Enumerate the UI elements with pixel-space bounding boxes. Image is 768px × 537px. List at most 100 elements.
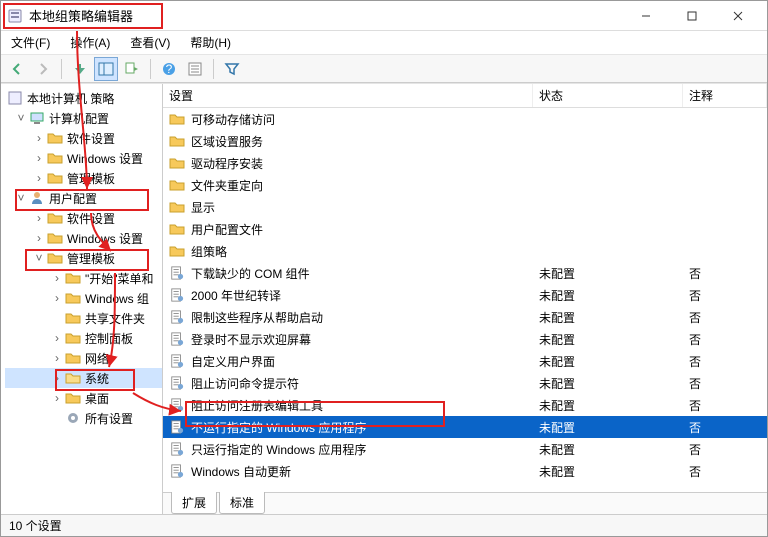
expand-icon[interactable]: › bbox=[33, 172, 45, 184]
folder-icon bbox=[169, 243, 185, 259]
column-label: 注释 bbox=[689, 87, 713, 104]
menu-file[interactable]: 文件(F) bbox=[5, 32, 56, 53]
list-item-name: 显示 bbox=[191, 199, 215, 216]
cell-name: 阻止访问命令提示符 bbox=[163, 375, 533, 392]
column-header-name[interactable]: 设置 bbox=[163, 84, 533, 107]
list-item-note: 否 bbox=[683, 397, 767, 414]
list-row[interactable]: 自定义用户界面未配置否 bbox=[163, 350, 767, 372]
list-row[interactable]: 2000 年世纪转译未配置否 bbox=[163, 284, 767, 306]
list-body[interactable]: 可移动存储访问区域设置服务驱动程序安装文件夹重定向显示用户配置文件组策略下载缺少… bbox=[163, 108, 767, 492]
list-item-name: 下载缺少的 COM 组件 bbox=[191, 265, 310, 282]
list-item-name: 可移动存储访问 bbox=[191, 111, 275, 128]
folder-icon bbox=[169, 221, 185, 237]
expand-icon[interactable]: › bbox=[51, 272, 63, 284]
setting-icon bbox=[169, 265, 185, 281]
status-bar: 10 个设置 bbox=[1, 514, 767, 536]
tree-label: 桌面 bbox=[85, 390, 109, 407]
list-item-note: 否 bbox=[683, 331, 767, 348]
list-item-state: 未配置 bbox=[533, 309, 683, 326]
list-item-note: 否 bbox=[683, 441, 767, 458]
annotation-arrow-3 bbox=[105, 271, 165, 371]
collapse-icon[interactable]: ˅ bbox=[15, 112, 27, 124]
setting-icon bbox=[169, 463, 185, 479]
list-row[interactable]: 文件夹重定向 bbox=[163, 174, 767, 196]
cell-name: 可移动存储访问 bbox=[163, 111, 533, 128]
list-row[interactable]: 可移动存储访问 bbox=[163, 108, 767, 130]
list-item-name: Windows 自动更新 bbox=[191, 463, 291, 480]
tab-extended[interactable]: 扩展 bbox=[171, 492, 217, 514]
expand-icon[interactable]: › bbox=[51, 352, 63, 364]
status-text: 10 个设置 bbox=[9, 517, 62, 534]
expand-placeholder bbox=[51, 312, 63, 324]
expand-icon[interactable]: › bbox=[51, 332, 63, 344]
column-label: 状态 bbox=[539, 87, 563, 104]
maximize-button[interactable] bbox=[669, 2, 715, 30]
window-controls bbox=[623, 2, 761, 30]
svg-text:?: ? bbox=[166, 62, 173, 76]
list-row[interactable]: 用户配置文件 bbox=[163, 218, 767, 240]
column-header-note[interactable]: 注释 bbox=[683, 84, 767, 107]
setting-icon bbox=[169, 331, 185, 347]
cell-name: 组策略 bbox=[163, 243, 533, 260]
cell-name: Windows 自动更新 bbox=[163, 463, 533, 480]
close-button[interactable] bbox=[715, 2, 761, 30]
folder-icon bbox=[65, 350, 81, 366]
list-row[interactable]: 区域设置服务 bbox=[163, 130, 767, 152]
computer-icon bbox=[29, 110, 45, 126]
list-row[interactable]: 限制这些程序从帮助启动未配置否 bbox=[163, 306, 767, 328]
expand-icon[interactable]: › bbox=[33, 212, 45, 224]
settings-icon bbox=[65, 410, 81, 426]
cell-name: 下载缺少的 COM 组件 bbox=[163, 265, 533, 282]
folder-icon bbox=[47, 210, 63, 226]
list-item-name: 阻止访问命令提示符 bbox=[191, 375, 299, 392]
list-item-state: 未配置 bbox=[533, 265, 683, 282]
expand-icon[interactable]: › bbox=[51, 292, 63, 304]
expand-icon[interactable]: › bbox=[33, 152, 45, 164]
list-row[interactable]: 组策略 bbox=[163, 240, 767, 262]
minimize-button[interactable] bbox=[623, 2, 669, 30]
list-item-state: 未配置 bbox=[533, 287, 683, 304]
expand-icon[interactable]: › bbox=[33, 232, 45, 244]
list-item-name: 限制这些程序从帮助启动 bbox=[191, 309, 323, 326]
forward-button[interactable] bbox=[31, 57, 55, 81]
filter-button[interactable] bbox=[220, 57, 244, 81]
properties-button[interactable] bbox=[183, 57, 207, 81]
list-item-name: 自定义用户界面 bbox=[191, 353, 275, 370]
list-row[interactable]: 阻止访问命令提示符 未配置否 bbox=[163, 372, 767, 394]
folder-icon bbox=[47, 230, 63, 246]
list-row[interactable]: 下载缺少的 COM 组件未配置否 bbox=[163, 262, 767, 284]
list-row[interactable]: 显示 bbox=[163, 196, 767, 218]
list-row[interactable]: 登录时不显示欢迎屏幕 未配置否 bbox=[163, 328, 767, 350]
back-button[interactable] bbox=[5, 57, 29, 81]
list-item-note: 否 bbox=[683, 419, 767, 436]
setting-icon bbox=[169, 353, 185, 369]
list-item-name: 登录时不显示欢迎屏幕 bbox=[191, 331, 311, 348]
list-row[interactable]: Windows 自动更新未配置否 bbox=[163, 460, 767, 482]
toolbar-separator bbox=[150, 59, 151, 79]
setting-icon bbox=[169, 287, 185, 303]
gpedit-window: 本地组策略编辑器 文件(F) 操作(A) 查看(V) 帮助(H) ? 本地计算 bbox=[0, 0, 768, 537]
expand-icon[interactable]: › bbox=[33, 132, 45, 144]
list-row[interactable]: 驱动程序安装 bbox=[163, 152, 767, 174]
list-row[interactable]: 只运行指定的 Windows 应用程序未配置否 bbox=[163, 438, 767, 460]
list-item-state: 未配置 bbox=[533, 375, 683, 392]
tree-label: 所有设置 bbox=[85, 410, 133, 427]
expand-icon[interactable]: › bbox=[51, 392, 63, 404]
cell-name: 登录时不显示欢迎屏幕 bbox=[163, 331, 533, 348]
help-button[interactable]: ? bbox=[157, 57, 181, 81]
list-item-note: 否 bbox=[683, 353, 767, 370]
folder-icon bbox=[169, 199, 185, 215]
list-item-state: 未配置 bbox=[533, 397, 683, 414]
column-header-state[interactable]: 状态 bbox=[533, 84, 683, 107]
toolbar-separator bbox=[213, 59, 214, 79]
expand-placeholder bbox=[51, 412, 63, 424]
list-item-name: 区域设置服务 bbox=[191, 133, 263, 150]
list-item-state: 未配置 bbox=[533, 331, 683, 348]
list-item-note: 否 bbox=[683, 463, 767, 480]
menu-help[interactable]: 帮助(H) bbox=[184, 32, 237, 53]
list-item-name: 只运行指定的 Windows 应用程序 bbox=[191, 441, 366, 458]
annotation-arrow-1 bbox=[57, 29, 137, 199]
list-item-note: 否 bbox=[683, 375, 767, 392]
annotation-arrow-4 bbox=[129, 389, 189, 419]
tab-standard[interactable]: 标准 bbox=[219, 492, 265, 514]
